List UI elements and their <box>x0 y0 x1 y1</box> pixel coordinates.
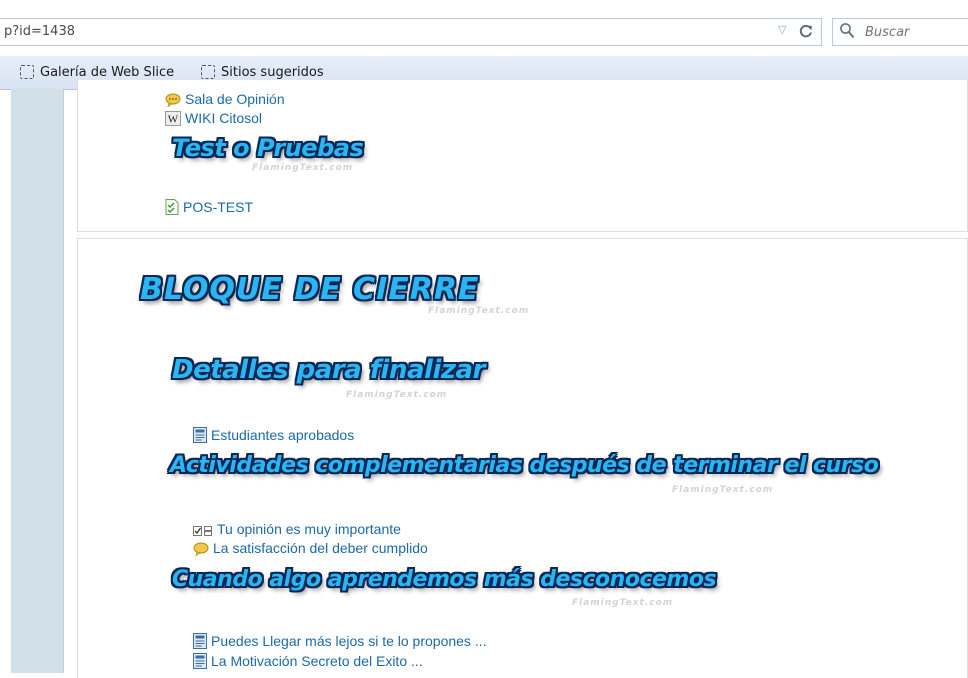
link-label: Estudiantes aprobados <box>211 427 355 443</box>
svg-text:W: W <box>168 114 179 126</box>
link-label: WIKI Citosol <box>185 110 263 126</box>
closing-block-title: BLOQUE DE CIERRE <box>140 272 480 307</box>
search-icon[interactable] <box>839 22 855 40</box>
link-wiki-citosol[interactable]: W WIKI Citosol <box>165 110 262 126</box>
address-bar[interactable]: ▽ <box>0 18 822 46</box>
favorite-label: Sitios sugeridos <box>221 65 324 80</box>
wiki-icon: W <box>165 111 181 126</box>
watermark: FlamingText.com <box>572 598 674 608</box>
url-input[interactable] <box>4 24 564 39</box>
link-pos-test[interactable]: POS-TEST <box>165 199 253 215</box>
link-label: Sala de Opinión <box>185 91 285 107</box>
link-label: Tu opinión es muy importante <box>217 521 401 537</box>
suggested-sites-icon <box>201 65 215 79</box>
reload-icon <box>799 24 812 38</box>
heading-detalles-para-finalizar: Detalles para finalizar <box>172 355 485 385</box>
left-sidebar <box>11 89 64 673</box>
link-label: POS-TEST <box>183 199 254 215</box>
heading-actividades-complementarias: Actividades complementarias después de t… <box>170 453 879 478</box>
favorite-label: Galería de Web Slice <box>40 65 175 80</box>
reload-button[interactable] <box>793 20 819 44</box>
link-label: La satisfacción del deber cumplido <box>213 540 428 556</box>
heading-cuando-algo-aprendemos: Cuando algo aprendemos más desconocemos <box>172 567 717 592</box>
document-icon <box>193 427 207 443</box>
search-input[interactable] <box>865 25 965 40</box>
watermark: FlamingText.com <box>672 485 774 495</box>
link-sala-de-opinion[interactable]: Sala de Opinión <box>165 91 285 107</box>
search-box[interactable] <box>832 18 968 46</box>
chat-icon <box>193 542 209 556</box>
chat-icon <box>165 93 181 107</box>
quiz-icon <box>165 199 179 215</box>
heading-test-o-pruebas: Test o Pruebas <box>172 134 364 162</box>
survey-icon <box>193 526 212 536</box>
watermark: FlamingText.com <box>428 306 530 316</box>
link-estudiantes-aprobados[interactable]: Estudiantes aprobados <box>193 427 354 443</box>
watermark: FlamingText.com <box>252 163 354 173</box>
link-tu-opinion-es-muy-importante[interactable]: Tu opinión es muy importante <box>193 521 401 537</box>
watermark: FlamingText.com <box>346 390 448 400</box>
web-slice-icon <box>20 65 34 79</box>
document-icon <box>193 653 207 669</box>
link-puedes-llegar-mas-lejos[interactable]: Puedes Llegar más lejos si te lo propone… <box>193 633 487 649</box>
link-label: La Motivación Secreto del Exito ... <box>211 653 423 669</box>
document-icon <box>193 633 207 649</box>
link-la-motivacion-secreto-del-exito[interactable]: La Motivación Secreto del Exito ... <box>193 653 423 669</box>
link-label: Puedes Llegar más lejos si te lo propone… <box>211 633 487 649</box>
link-la-satisfaccion-del-deber[interactable]: La satisfacción del deber cumplido <box>193 540 428 556</box>
address-dropdown-icon[interactable]: ▽ <box>778 23 786 36</box>
